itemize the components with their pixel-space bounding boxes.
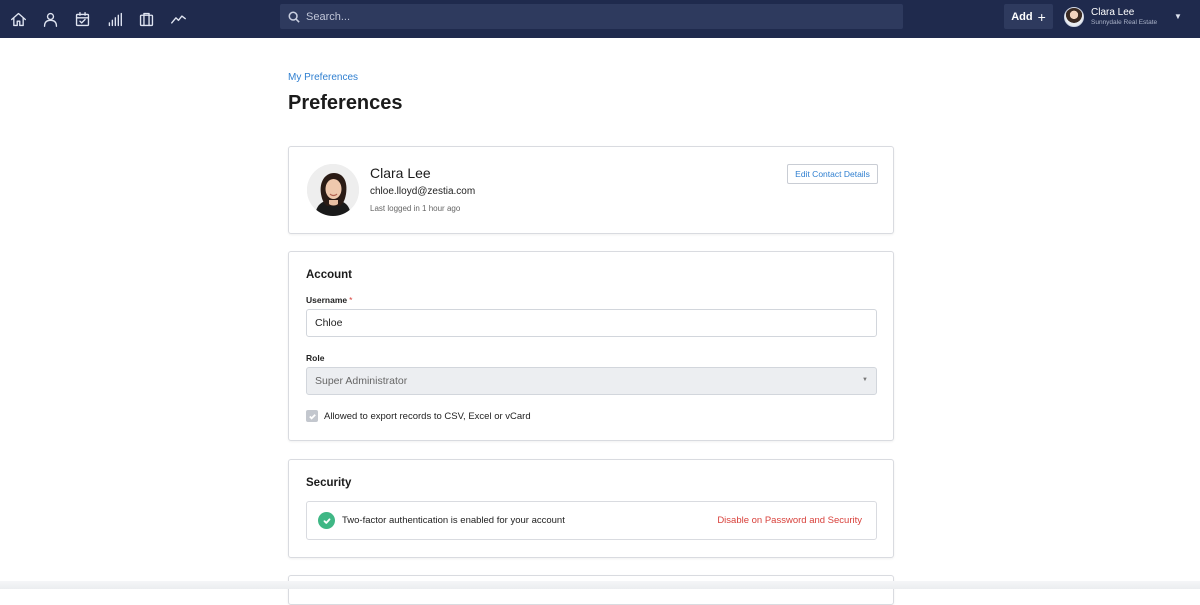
reports-icon[interactable] — [98, 0, 130, 38]
role-select[interactable]: Super Administrator ▼ — [306, 367, 877, 395]
account-card: Account Username* Role Super Administrat… — [288, 251, 894, 441]
two-factor-status-text: Two-factor authentication is enabled for… — [342, 515, 565, 526]
activity-icon[interactable] — [162, 0, 194, 38]
username-label: Username * — [306, 295, 352, 305]
add-button[interactable]: Add + — [1004, 4, 1053, 29]
role-select-value: Super Administrator — [315, 375, 408, 387]
user-avatar — [1064, 7, 1084, 27]
chevron-down-icon[interactable]: ▼ — [1174, 12, 1182, 21]
breadcrumb[interactable]: My Preferences — [288, 72, 358, 83]
edit-contact-details-button[interactable]: Edit Contact Details — [787, 164, 878, 184]
profile-card: Clara Lee chloe.lloyd@zestia.com Last lo… — [288, 146, 894, 234]
global-search-bar[interactable] — [280, 4, 903, 29]
export-checkbox[interactable] — [306, 410, 318, 422]
required-indicator: * — [349, 295, 353, 305]
profile-name: Clara Lee — [370, 165, 431, 181]
search-icon — [288, 11, 300, 23]
user-menu-name: Clara Lee — [1091, 6, 1135, 18]
role-label: Role — [306, 353, 325, 363]
calendar-icon[interactable] — [66, 0, 98, 38]
profile-email: chloe.lloyd@zestia.com — [370, 186, 476, 197]
nav-icon-group — [0, 0, 194, 38]
plus-icon: + — [1037, 8, 1046, 25]
user-menu-organization: Sunnydale Real Estate — [1091, 18, 1158, 26]
last-login-text: Last logged in 1 hour ago — [370, 204, 461, 213]
two-factor-status-box: Two-factor authentication is enabled for… — [306, 501, 877, 540]
chevron-down-icon: ▼ — [862, 377, 868, 383]
security-card: Security Two-factor authentication is en… — [288, 459, 894, 558]
page-title: Preferences — [288, 92, 403, 114]
properties-icon[interactable] — [130, 0, 162, 38]
top-navigation-bar: Add + Clara Lee Sunnydale Real Estate ▼ — [0, 0, 1200, 38]
username-input[interactable] — [306, 309, 877, 337]
checkmark-icon — [308, 413, 316, 420]
export-checkbox-label: Allowed to export records to CSV, Excel … — [324, 410, 531, 422]
contacts-icon[interactable] — [34, 0, 66, 38]
username-label-text: Username — [306, 295, 348, 305]
search-input[interactable] — [306, 10, 866, 23]
profile-avatar — [307, 164, 359, 216]
security-section-title: Security — [306, 477, 352, 489]
page-bottom-edge — [0, 581, 1200, 589]
export-permission-row[interactable]: Allowed to export records to CSV, Excel … — [306, 410, 531, 422]
account-section-title: Account — [306, 269, 352, 281]
check-circle-icon — [318, 512, 335, 529]
home-icon[interactable] — [2, 0, 34, 38]
user-menu[interactable]: Clara Lee Sunnydale Real Estate ▼ — [1064, 4, 1194, 30]
next-section-card — [288, 575, 894, 605]
add-button-label: Add — [1011, 10, 1033, 23]
disable-two-factor-link[interactable]: Disable on Password and Security — [717, 515, 862, 526]
